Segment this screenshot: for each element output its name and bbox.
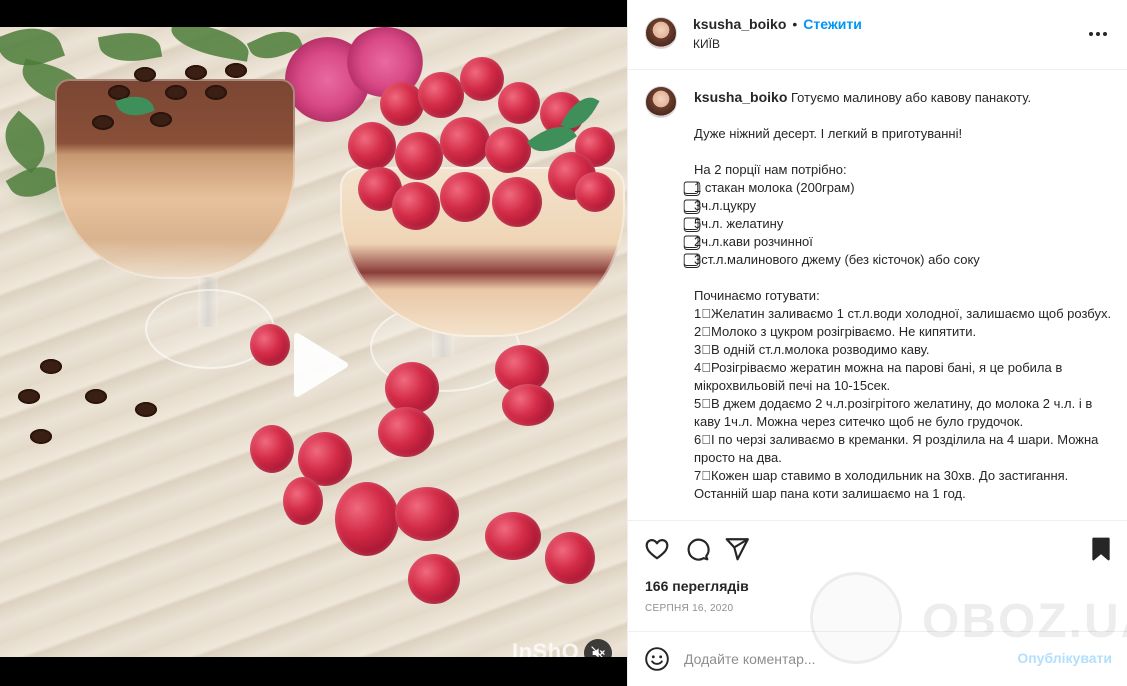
- caption-line: 5⃣В джем додаємо 2 ч.л.розігрітого желат…: [694, 396, 1093, 429]
- caption-line: 1⃣Желатин заливаємо 1 ст.л.води холодної…: [694, 306, 1112, 321]
- raspberry: [418, 72, 464, 118]
- post-details-panel: ksusha_boiko • Стежити КИЇВ ksusha_boiko…: [627, 0, 1127, 686]
- raspberry: [440, 117, 490, 167]
- bookmark-icon: [1092, 537, 1110, 561]
- more-horizontal-icon: [1096, 32, 1100, 36]
- avatar[interactable]: [645, 86, 677, 118]
- coffee-bean: [135, 402, 157, 417]
- share-button[interactable]: [724, 536, 750, 562]
- caption-line: На 2 порції нам потрібно:: [694, 162, 847, 177]
- separator-dot: •: [792, 16, 798, 32]
- caption-text: ksusha_boiko Готуємо малинову або кавову…: [694, 88, 1114, 503]
- heart-icon: [645, 539, 669, 560]
- play-button[interactable]: [283, 332, 349, 398]
- caption-first-line: ksusha_boiko Готуємо малинову або кавову…: [694, 88, 1114, 107]
- raspberry: [502, 384, 554, 426]
- emoji-icon: [645, 647, 669, 671]
- mute-button[interactable]: [584, 639, 612, 657]
- caption-line: 2⃣Молоко з цукром розігріваємо. Не кипят…: [694, 324, 977, 339]
- coffee-bean: [18, 389, 40, 404]
- play-icon: [294, 333, 348, 397]
- publish-button[interactable]: Опублікувати: [1017, 650, 1112, 666]
- save-button[interactable]: [1088, 536, 1114, 562]
- coffee-bean: [30, 429, 52, 444]
- post-viewer: InShO ksusha_boiko • Стежити КИЇВ ksusha…: [0, 0, 1127, 686]
- more-options-button[interactable]: [1086, 25, 1110, 43]
- caption-intro: Готуємо малинову або кавову панакоту.: [791, 90, 1032, 105]
- coffee-bean: [92, 115, 114, 130]
- caption-line: ⃣1 стакан молока (200грам): [694, 180, 855, 195]
- caption-username[interactable]: ksusha_boiko: [694, 89, 787, 105]
- post-date[interactable]: СЕРПНЯ 16, 2020: [645, 603, 733, 614]
- raspberry: [283, 477, 323, 525]
- coffee-bean: [150, 112, 172, 127]
- leaf-decoration: [97, 27, 163, 67]
- leaf-decoration: [168, 27, 252, 62]
- inshot-watermark: InShO: [512, 639, 580, 657]
- raspberry: [385, 362, 439, 414]
- comment-button[interactable]: [684, 536, 710, 562]
- raspberry: [378, 407, 434, 457]
- coffee-bean: [225, 63, 247, 78]
- avatar[interactable]: [645, 17, 677, 49]
- author-username[interactable]: ksusha_boiko: [693, 16, 786, 32]
- leaf-decoration: [0, 110, 58, 174]
- caption-line: 4⃣Розігріваємо жератин можна на парові б…: [694, 360, 1063, 393]
- media-letterbox: [0, 657, 627, 686]
- raspberry: [575, 172, 615, 212]
- coffee-panna-cotta: [55, 79, 295, 279]
- comment-input[interactable]: [684, 649, 1004, 669]
- muted-speaker-icon: [591, 646, 605, 657]
- post-caption: ksusha_boiko Готуємо малинову або кавову…: [628, 71, 1127, 520]
- more-horizontal-icon: [1103, 32, 1107, 36]
- caption-line: ⃣5ч.л. желатину: [694, 216, 784, 231]
- post-header: ksusha_boiko • Стежити КИЇВ: [628, 0, 1127, 70]
- caption-line: ⃣3ч.л.цукру: [694, 198, 757, 213]
- coffee-bean: [134, 67, 156, 82]
- raspberry: [348, 122, 396, 170]
- caption-line: ⃣2ч.л.кави розчинної: [694, 234, 813, 249]
- coffee-bean: [40, 359, 62, 374]
- raspberry: [460, 57, 504, 101]
- raspberry: [250, 425, 294, 473]
- author-line: ksusha_boiko • Стежити: [693, 16, 862, 32]
- raspberry: [545, 532, 595, 584]
- raspberry: [498, 82, 540, 124]
- raspberry: [395, 487, 459, 541]
- follow-button[interactable]: Стежити: [803, 16, 862, 32]
- emoji-button[interactable]: [644, 646, 670, 672]
- more-horizontal-icon: [1089, 32, 1093, 36]
- raspberry: [485, 127, 531, 173]
- view-count[interactable]: 166 переглядів: [645, 578, 749, 594]
- raspberry: [395, 132, 443, 180]
- raspberry: [380, 82, 424, 126]
- comment-form: Опублікувати: [628, 631, 1127, 686]
- coffee-bean: [165, 85, 187, 100]
- comment-icon: [687, 538, 710, 561]
- raspberry: [440, 172, 490, 222]
- location-link[interactable]: КИЇВ: [693, 37, 720, 51]
- raspberry: [485, 512, 541, 560]
- raspberry: [335, 482, 399, 556]
- coffee-bean: [205, 85, 227, 100]
- post-video[interactable]: InShO: [0, 27, 627, 657]
- coffee-bean: [85, 389, 107, 404]
- raspberry: [492, 177, 542, 227]
- caption-line: 6⃣І по черзі заливаємо в креманки. Я роз…: [694, 432, 1099, 465]
- coffee-bean: [185, 65, 207, 80]
- like-button[interactable]: [644, 536, 670, 562]
- caption-line: ⃣3ст.л.малинового джему (без кісточок) а…: [694, 252, 980, 267]
- paper-plane-icon: [725, 538, 749, 561]
- caption-line: Дуже ніжний десерт. І легкий в приготува…: [694, 126, 963, 141]
- raspberry: [392, 182, 440, 230]
- raspberry: [408, 554, 460, 604]
- caption-line: 3⃣В одній ст.л.молока розводимо каву.: [694, 342, 930, 357]
- caption-line: Починаємо готувати:: [694, 288, 820, 303]
- caption-line: 7⃣Кожен шар ставимо в холодильник на 30х…: [694, 468, 1069, 501]
